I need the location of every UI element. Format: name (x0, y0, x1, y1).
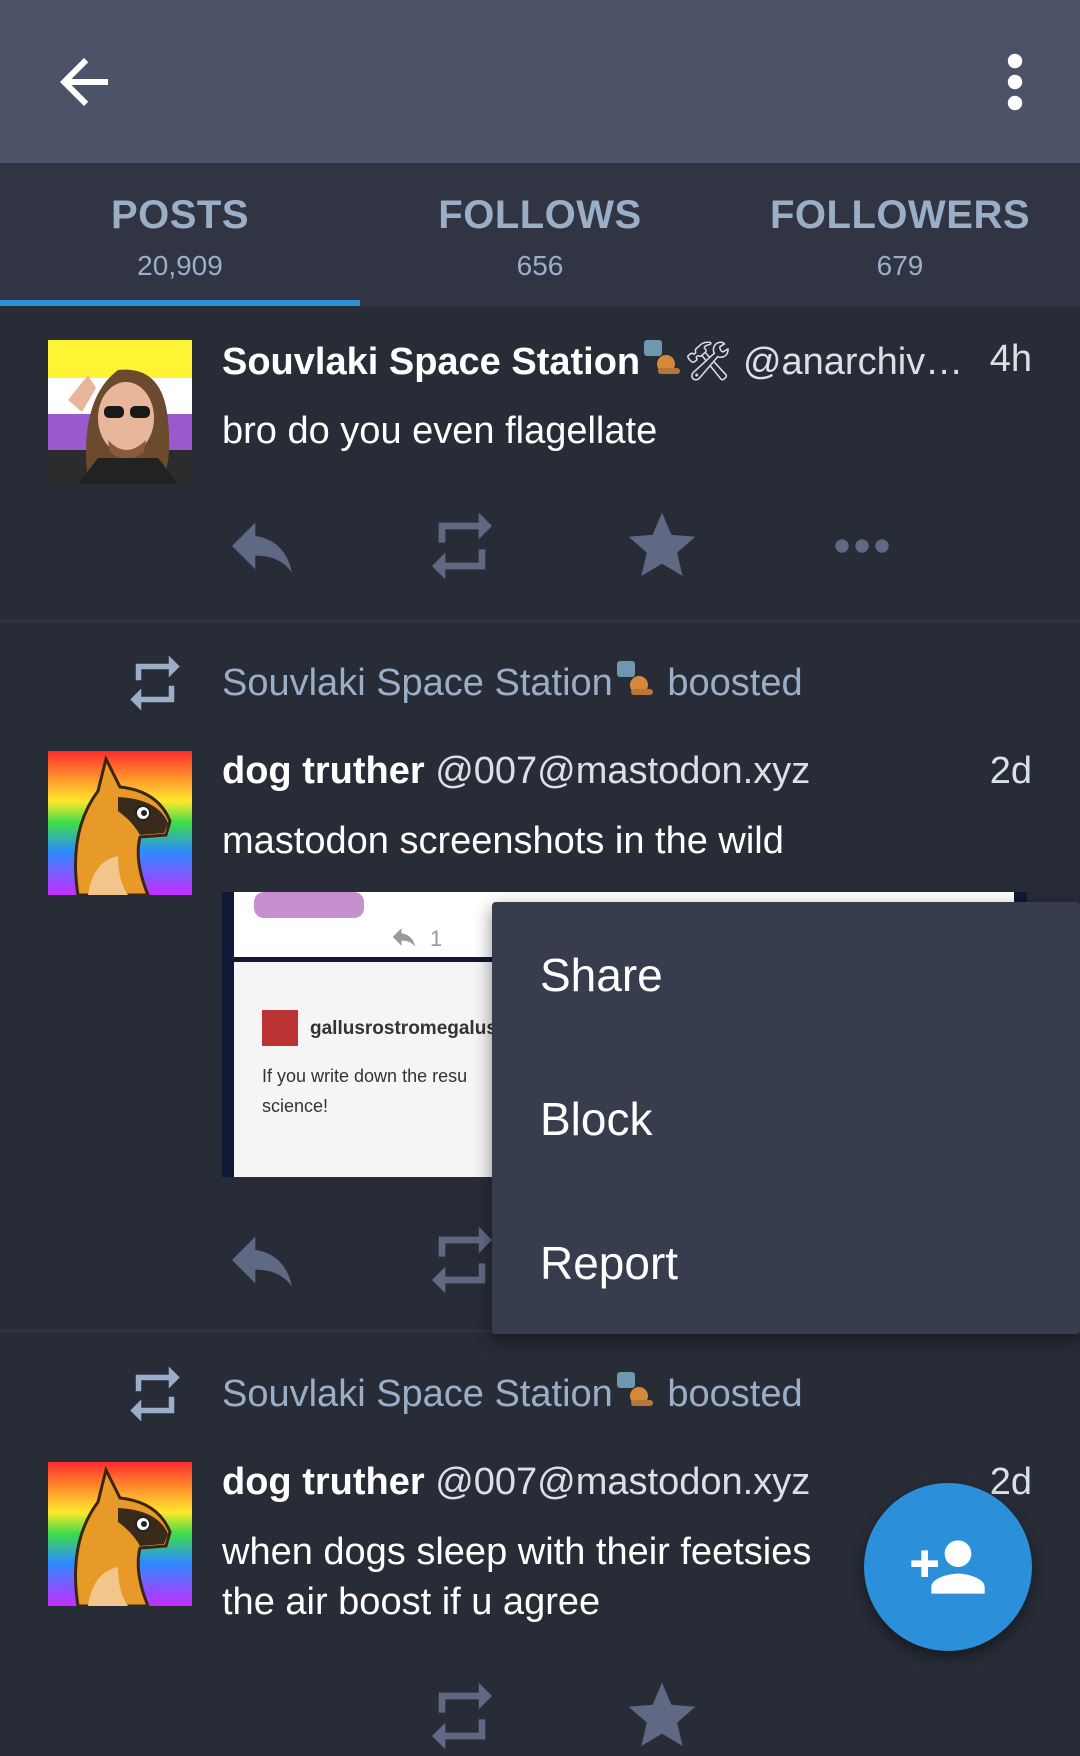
status-author[interactable]: dog truther @007@mastodon.xyz (222, 1461, 810, 1504)
display-name: dog truther (222, 750, 425, 792)
profile-tabs: POSTS 20,909 FOLLOWS 656 FOLLOWERS 679 (0, 163, 1080, 306)
reply-icon (392, 928, 416, 947)
status-item[interactable]: Souvlaki Space Station 🛠 @anarchiv… 4h br… (0, 306, 1080, 620)
tab-label: FOLLOWERS (769, 193, 1031, 237)
status-time: 4h (989, 338, 1032, 380)
tab-posts[interactable]: POSTS 20,909 (0, 163, 360, 306)
media-reply-count: 1 (430, 926, 443, 951)
tab-count: 20,909 (137, 250, 223, 281)
tab-label: POSTS (110, 193, 250, 237)
boost-icon[interactable] (422, 506, 502, 586)
avatar[interactable] (48, 1462, 192, 1606)
status-author[interactable]: dog truther @007@mastodon.xyz (222, 750, 810, 793)
status-content-line: the air boost if u agree (222, 1581, 601, 1623)
media-image-fragment (254, 892, 364, 918)
overflow-menu: Share Block Report (492, 902, 1080, 1334)
custom-emoji-icon (644, 340, 681, 374)
boosted-suffix: boosted (656, 1373, 803, 1415)
media-line: If you write down the resu (262, 1066, 468, 1086)
divider (0, 620, 1080, 622)
more-vert-icon[interactable] (990, 46, 1040, 118)
booster-name: Souvlaki Space Station (222, 662, 613, 704)
boost-icon (130, 1366, 180, 1422)
tab-count: 656 (516, 250, 564, 281)
menu-item-block[interactable]: Block (540, 1092, 652, 1146)
boosted-suffix: boosted (656, 662, 803, 704)
boost-icon[interactable] (422, 1220, 502, 1300)
avatar[interactable] (48, 340, 192, 484)
media-line: science! (262, 1096, 329, 1116)
tab-followers[interactable]: FOLLOWERS 679 (720, 163, 1080, 306)
reply-icon[interactable] (222, 506, 302, 586)
favourite-icon[interactable] (622, 506, 702, 586)
arrow-left-icon[interactable] (48, 46, 120, 118)
status-content-line: when dogs sleep with their feetsies (222, 1531, 812, 1573)
person-add-icon (911, 1540, 985, 1594)
boost-icon (130, 655, 180, 711)
avatar[interactable] (48, 751, 192, 895)
boosted-by[interactable]: Souvlaki Space Station boosted (222, 1370, 803, 1416)
media-username: gallusrostromegalus (310, 1018, 497, 1039)
app-bar (0, 0, 1080, 163)
display-name: Souvlaki Space Station (222, 341, 641, 383)
status-time: 2d (989, 750, 1032, 792)
status-author[interactable]: Souvlaki Space Station 🛠 @anarchiv… (222, 338, 963, 384)
follow-fab-button[interactable] (864, 1483, 1032, 1651)
custom-emoji-icon (616, 1372, 653, 1406)
emoji-suffix: 🛠 (684, 341, 733, 383)
tab-label: FOLLOWS (438, 193, 642, 237)
menu-item-share[interactable]: Share (540, 948, 663, 1002)
boost-icon[interactable] (422, 1676, 502, 1756)
tab-follows[interactable]: FOLLOWS 656 (360, 163, 720, 306)
account-handle: @anarchiv… (742, 341, 964, 383)
tab-count: 679 (876, 250, 924, 281)
account-handle: @007@mastodon.xyz (435, 750, 811, 792)
status-actions (222, 506, 942, 586)
custom-emoji-icon (616, 661, 653, 695)
favourite-icon[interactable] (622, 1676, 702, 1756)
status-content: when dogs sleep with their feetsies the … (222, 1527, 882, 1627)
status-content: bro do you even flagellate (222, 410, 658, 452)
more-horiz-icon[interactable] (822, 506, 902, 586)
status-content: mastodon screenshots in the wild (222, 820, 784, 862)
status-actions (222, 1676, 942, 1756)
account-handle: @007@mastodon.xyz (435, 1461, 811, 1503)
booster-name: Souvlaki Space Station (222, 1373, 613, 1415)
media-avatar (262, 1010, 298, 1046)
boosted-by[interactable]: Souvlaki Space Station boosted (222, 659, 803, 705)
menu-item-report[interactable]: Report (540, 1236, 678, 1290)
display-name: dog truther (222, 1461, 425, 1503)
reply-icon[interactable] (222, 1220, 302, 1300)
